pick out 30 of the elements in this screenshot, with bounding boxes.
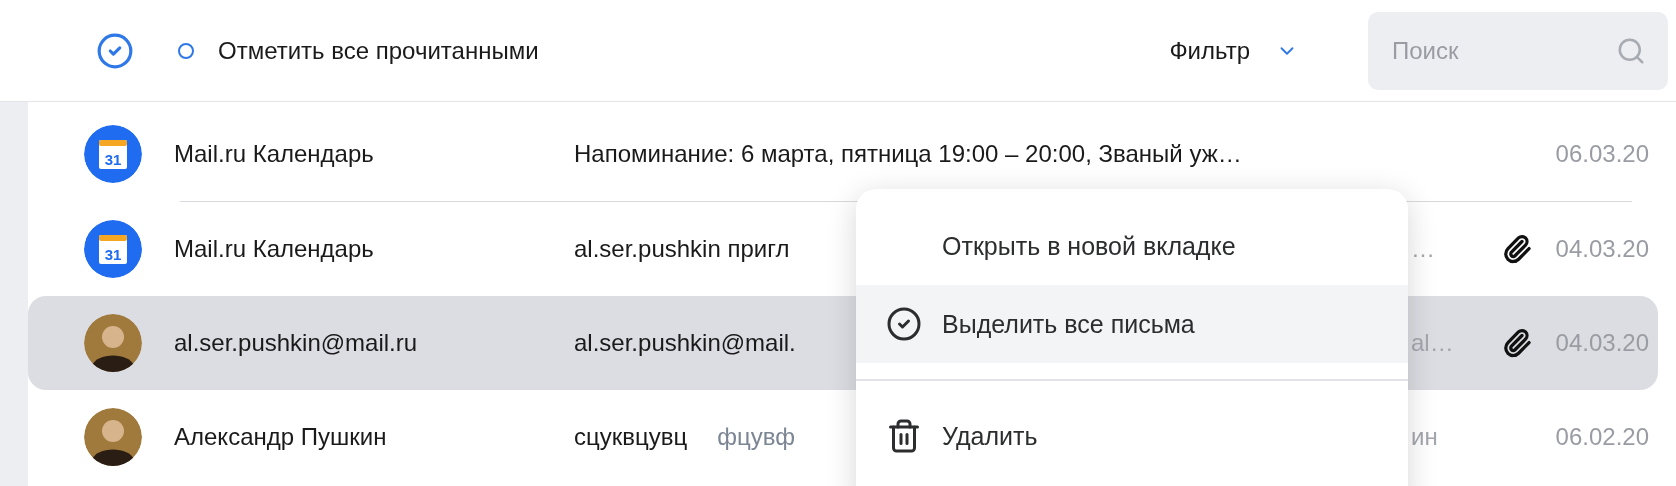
check-circle-icon: [886, 306, 922, 342]
sender-name: Александр Пушкин: [174, 423, 388, 451]
message-subject: al.ser.pushkin@mail.: [574, 329, 796, 357]
message-subject: al.ser.pushkin пригл: [574, 235, 790, 263]
filter-button[interactable]: Фильтр: [1169, 36, 1298, 65]
person-avatar: [84, 408, 142, 466]
calendar-icon: 31: [84, 220, 142, 278]
menu-item[interactable]: Открыть в новой вкладке: [856, 207, 1408, 285]
message-subject: Напоминание: 6 марта, пятница 19:00 – 20:00, Званый уж…: [574, 140, 1242, 168]
search-field[interactable]: Поиск: [1368, 11, 1668, 90]
calendar-icon: 31: [84, 125, 142, 183]
message-preview: фцувф: [717, 423, 795, 451]
menu-item[interactable]: Выделить все письма: [856, 285, 1408, 363]
message-date: 04.03.20: [1555, 235, 1649, 263]
message-date: 04.03.20: [1555, 329, 1649, 357]
message-snippet: …: [1411, 235, 1435, 262]
mark-all-read-button[interactable]: Отметить все прочитанными: [178, 36, 539, 65]
sender-name: Mail.ru Календарь: [174, 140, 375, 168]
person-avatar: [84, 314, 142, 372]
select-all-icon[interactable]: [96, 31, 134, 70]
message-date: 06.03.20: [1555, 140, 1649, 168]
message-snippet: ин: [1411, 423, 1438, 450]
message-snippet: al…: [1411, 329, 1454, 356]
message-date: 06.02.20: [1555, 423, 1649, 451]
sender-name: Mail.ru Календарь: [174, 235, 375, 263]
trash-icon: [886, 418, 922, 454]
menu-item[interactable]: Удалить: [856, 397, 1408, 475]
unread-dot-icon: [178, 42, 194, 59]
sender-name: al.ser.pushkin@mail.ru: [174, 329, 419, 357]
message-subject: сцуквцувц: [574, 423, 688, 451]
